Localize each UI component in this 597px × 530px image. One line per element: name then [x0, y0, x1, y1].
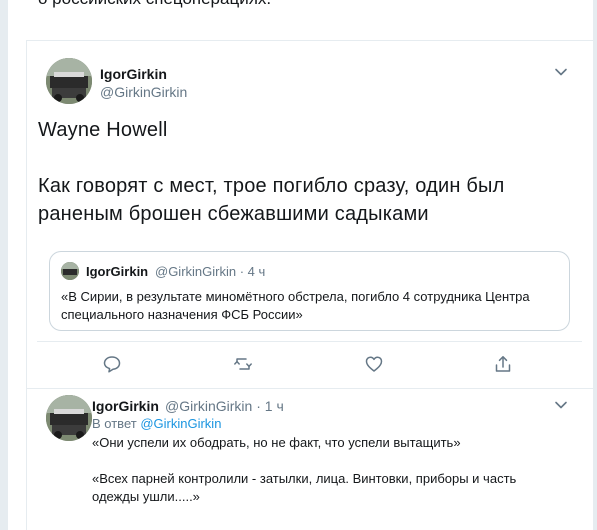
avatar-image [46, 58, 92, 104]
tweet-text-line: раненым брошен сбежавшими садыками [38, 203, 429, 225]
quoted-author-name: IgorGirkin [86, 264, 149, 279]
reply-tweet[interactable]: IgorGirkin @GirkinGirkin · 1 ч В ответ @… [26, 388, 593, 530]
timeline-card: о российских спецоперациях. IgorGirkin @… [8, 0, 593, 530]
previous-tweet-text: о российских спецоперациях. [38, 0, 271, 9]
reply-text-line: «Всех парней контролили - затылки, лица.… [92, 471, 517, 486]
main-tweet[interactable]: IgorGirkin @GirkinGirkin Wayne Howell Ка… [26, 40, 593, 389]
chevron-down-icon[interactable] [554, 65, 568, 79]
tweet-text-spacer [38, 144, 578, 172]
in-reply-handle-link[interactable]: @GirkinGirkin [140, 416, 221, 431]
reply-text-line: «Они успели их ободрать, но не факт, что… [92, 435, 461, 450]
in-reply-label: В ответ [92, 416, 137, 431]
in-reply-to: В ответ @GirkinGirkin [92, 416, 221, 431]
quoted-text: «В Сирии, в результате миномётного обстр… [61, 288, 561, 324]
avatar[interactable] [46, 395, 92, 441]
divider [37, 341, 582, 342]
quoted-text-line: «В Сирии, в результате миномётного обстр… [61, 289, 530, 304]
retweet-icon[interactable] [233, 354, 253, 374]
tweet-text-line: Как говорят с мест, трое погибло сразу, … [38, 175, 505, 197]
reply-text-line: одежды ушли.....» [92, 489, 200, 504]
quoted-tweet[interactable]: IgorGirkin @GirkinGirkin · 4 ч «В Сирии,… [49, 251, 570, 331]
author-handle[interactable]: @GirkinGirkin [100, 84, 187, 100]
author-name[interactable]: IgorGirkin [92, 398, 159, 414]
quoted-avatar [61, 262, 79, 280]
tweet-text: Wayne Howell Как говорят с мест, трое по… [38, 116, 578, 228]
avatar-image [46, 395, 92, 441]
avatar-image [61, 262, 79, 280]
author-meta[interactable]: @GirkinGirkin · 1 ч [165, 398, 284, 414]
share-icon[interactable] [493, 354, 513, 374]
reply-icon[interactable] [102, 354, 122, 374]
tweet-text-line: Wayne Howell [38, 119, 168, 141]
avatar[interactable] [46, 58, 92, 104]
quoted-author-meta: @GirkinGirkin · 4 ч [155, 264, 266, 279]
like-icon[interactable] [364, 354, 384, 374]
chevron-down-icon[interactable] [554, 398, 568, 412]
quoted-text-line: специального назначения ФСБ России» [61, 307, 303, 322]
author-name[interactable]: IgorGirkin [100, 66, 167, 82]
